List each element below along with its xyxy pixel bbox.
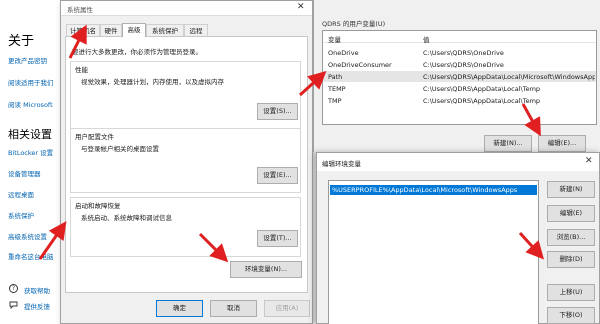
related-settings-heading: 相关设置	[8, 128, 52, 141]
close-icon[interactable]: ✕	[585, 156, 593, 166]
variable-value: C:\Users\QDRS\OneDrive	[423, 61, 504, 69]
user-profile-settings-button[interactable]: 设置(E)...	[257, 167, 298, 184]
column-variable: 变量	[328, 36, 341, 44]
list-item[interactable]: %USERPROFILE%\AppData\Local\Microsoft\Wi…	[330, 185, 537, 195]
edit-entry-button[interactable]: 编辑(E)	[547, 205, 595, 222]
cancel-button[interactable]: 取消	[210, 300, 257, 317]
variable-value: C:\Users\QDRS\AppData\Local\Microsoft\Wi…	[423, 73, 595, 81]
startup-recovery-settings-button[interactable]: 设置(T)...	[257, 230, 298, 247]
system-properties-dialog: 系统属性 ✕ 计算机名 硬件 高级 系统保护 远程 要进行大多数更改，你必须作为…	[60, 0, 313, 324]
feedback-icon	[9, 301, 18, 310]
dialog-title: 编辑环境变量	[322, 160, 361, 168]
close-icon[interactable]: ✕	[297, 2, 305, 12]
user-profile-desc: 与登录帐户相关的桌面设置	[81, 145, 159, 153]
performance-settings-button[interactable]: 设置(S)...	[257, 103, 298, 120]
table-row[interactable]: TEMP C:\Users\QDRS\AppData\Local\Temp	[323, 83, 596, 94]
variable-name: Path	[328, 73, 343, 81]
table-row[interactable]: OneDrive C:\Users\QDRS\OneDrive	[323, 47, 596, 58]
device-manager-link[interactable]: 设备管理器	[8, 168, 64, 178]
rename-pc-link[interactable]: 重命名这台电脑	[8, 251, 64, 261]
table-row[interactable]: OneDriveConsumer C:\Users\QDRS\OneDrive	[323, 59, 596, 70]
user-profile-group: 用户配置文件 与登录帐户相关的桌面设置 设置(E)...	[70, 128, 301, 193]
apply-button[interactable]: 应用(A)	[264, 300, 310, 317]
user-variables-label: QDRS 的用户变量(U)	[322, 20, 386, 28]
user-variables-table[interactable]: 变量 值 OneDrive C:\Users\QDRS\OneDrive One…	[322, 30, 597, 125]
browse-button[interactable]: 浏览(B)...	[547, 229, 595, 246]
column-value: 值	[423, 36, 430, 44]
new-entry-button[interactable]: 新建(N)	[547, 181, 595, 198]
feedback-link[interactable]: 提供反馈	[24, 301, 64, 311]
startup-recovery-desc: 系统启动、系统故障和调试信息	[81, 214, 172, 222]
new-variable-button[interactable]: 新建(N)...	[484, 135, 532, 152]
system-protection-link[interactable]: 系统保护	[8, 210, 64, 220]
move-up-button[interactable]: 上移(U)	[547, 284, 595, 301]
tab-advanced[interactable]: 高级	[122, 23, 146, 37]
delete-entry-button[interactable]: 删除(D)	[547, 251, 595, 268]
variable-value: C:\Users\QDRS\AppData\Local\Temp	[423, 97, 541, 105]
title-bar[interactable]: 系统属性 ✕	[61, 1, 312, 16]
read-microsoft-link[interactable]: 阅读 Microsoft	[8, 99, 64, 109]
bitlocker-settings-link[interactable]: BitLocker 设置	[8, 147, 64, 157]
table-row[interactable]: TMP C:\Users\QDRS\AppData\Local\Temp	[323, 95, 596, 106]
variable-name: TEMP	[328, 85, 346, 93]
advanced-system-settings-link[interactable]: 高级系统设置	[8, 231, 64, 241]
page-title: 关于	[8, 34, 35, 49]
variable-name: OneDriveConsumer	[328, 61, 392, 69]
variable-value: C:\Users\QDRS\OneDrive	[423, 49, 504, 57]
path-entries-list[interactable]: %USERPROFILE%\AppData\Local\Microsoft\Wi…	[328, 180, 539, 324]
environment-variables-button[interactable]: 环境变量(N)...	[230, 261, 302, 278]
performance-group: 性能 视觉效果，处理器计划，内存使用，以及虚拟内存 设置(S)...	[70, 61, 301, 133]
read-agreement-link[interactable]: 阅读适用于我们	[8, 77, 64, 87]
help-icon: ?	[9, 284, 18, 293]
edit-environment-variable-dialog: 编辑环境变量 ✕ %USERPROFILE%\AppData\Local\Mic…	[316, 152, 600, 324]
user-profile-title: 用户配置文件	[75, 133, 114, 141]
edit-variable-button[interactable]: 编辑(E)...	[538, 135, 586, 152]
move-down-button[interactable]: 下移(O)	[547, 307, 595, 324]
title-bar[interactable]: 编辑环境变量 ✕	[317, 153, 599, 171]
advanced-tab-panel: 要进行大多数更改，你必须作为管理员登录。 性能 视觉效果，处理器计划，内存使用，…	[65, 36, 308, 293]
table-row-path[interactable]: Path C:\Users\QDRS\AppData\Local\Microso…	[323, 71, 596, 82]
startup-recovery-group: 启动和故障恢复 系统启动、系统故障和调试信息 设置(T)...	[70, 197, 301, 257]
remote-desktop-link[interactable]: 远程桌面	[8, 189, 64, 199]
variable-value: C:\Users\QDRS\AppData\Local\Temp	[423, 85, 541, 93]
ok-button[interactable]: 确定	[156, 300, 203, 317]
performance-desc: 视觉效果，处理器计划，内存使用，以及虚拟内存	[81, 78, 224, 86]
change-product-key-link[interactable]: 更改产品密钥	[8, 55, 64, 65]
environment-variables-dialog: QDRS 的用户变量(U) 变量 值 OneDrive C:\Users\QDR…	[313, 0, 600, 152]
settings-about-page: 关于 更改产品密钥 阅读适用于我们 阅读 Microsoft 相关设置 BitL…	[0, 0, 68, 324]
table-header: 变量 值	[323, 31, 596, 44]
startup-recovery-title: 启动和故障恢复	[75, 202, 121, 210]
performance-title: 性能	[75, 66, 88, 74]
variable-name: OneDrive	[328, 49, 359, 57]
admin-note: 要进行大多数更改，你必须作为管理员登录。	[72, 48, 202, 56]
get-help-link[interactable]: 获取帮助	[24, 285, 64, 295]
dialog-title: 系统属性	[67, 6, 93, 14]
variable-name: TMP	[328, 97, 342, 105]
